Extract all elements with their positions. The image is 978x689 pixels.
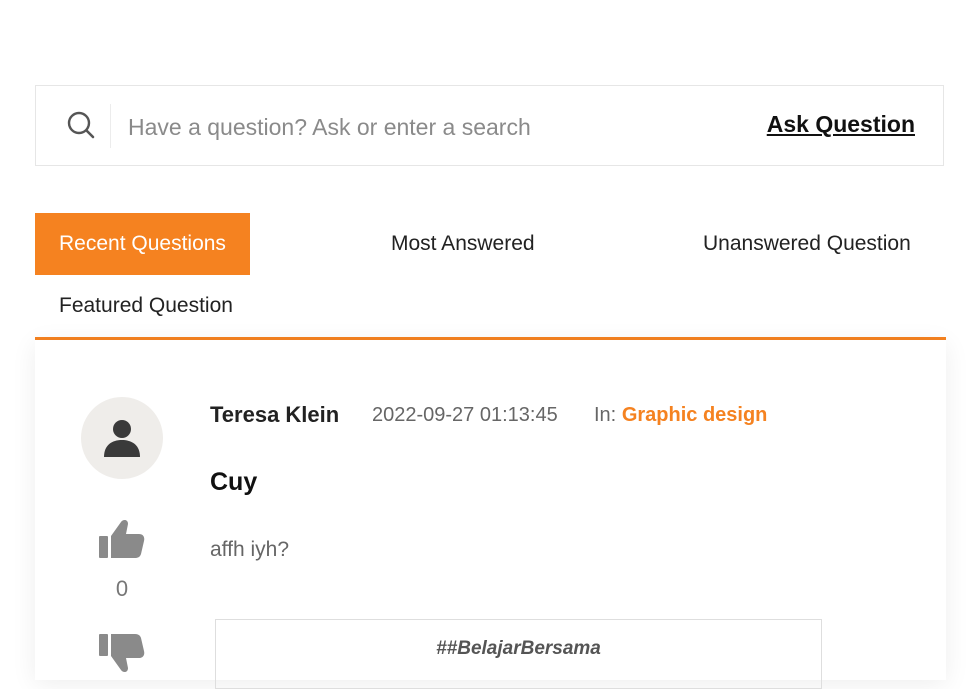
- user-avatar-icon: [104, 420, 140, 457]
- search-divider: [110, 104, 111, 148]
- tab-most-answered[interactable]: Most Answered: [391, 213, 535, 275]
- category-meta: In: Graphic design: [594, 404, 767, 427]
- tab-featured-question[interactable]: Featured Question: [59, 275, 233, 337]
- hashtag-text: ##BelajarBersama: [436, 638, 601, 659]
- search-input[interactable]: [126, 106, 730, 148]
- author-name[interactable]: Teresa Klein: [210, 402, 339, 428]
- question-title[interactable]: Cuy: [210, 468, 257, 497]
- thumbs-up-icon[interactable]: [99, 518, 145, 565]
- ask-question-link[interactable]: Ask Question: [767, 111, 915, 138]
- thumbs-down-icon[interactable]: [99, 632, 145, 679]
- avatar[interactable]: [81, 397, 163, 479]
- tab-unanswered-question[interactable]: Unanswered Question: [703, 213, 911, 275]
- post-timestamp: 2022-09-27 01:13:45: [372, 404, 558, 426]
- question-body: affh iyh?: [210, 538, 290, 561]
- category-link[interactable]: Graphic design: [622, 404, 768, 426]
- question-tabs: Recent Questions Most Answered Unanswere…: [35, 213, 946, 340]
- search-bar: Ask Question: [35, 85, 944, 166]
- question-card: 0 Teresa Klein 2022-09-27 01:13:45 In: G…: [35, 340, 946, 689]
- hashtag-box: ##BelajarBersama: [215, 619, 822, 689]
- tab-recent-questions[interactable]: Recent Questions: [35, 213, 250, 275]
- category-prefix: In:: [594, 404, 617, 426]
- vote-count: 0: [115, 576, 129, 601]
- search-icon[interactable]: [66, 110, 96, 140]
